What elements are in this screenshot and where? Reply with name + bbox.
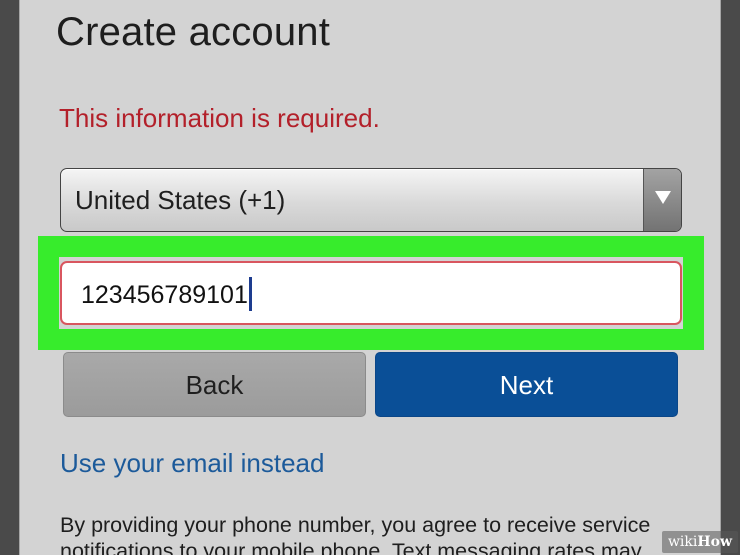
watermark-how: How <box>697 534 732 550</box>
select-arrow-button[interactable] <box>643 169 681 231</box>
country-code-value: United States (+1) <box>75 185 286 215</box>
chevron-down-icon <box>655 191 671 204</box>
error-message: This information is required. <box>59 103 380 133</box>
back-button[interactable]: Back <box>63 352 366 417</box>
wikihow-watermark: wikiHow <box>661 531 738 553</box>
phone-number-input[interactable]: 123456789101 <box>60 261 682 325</box>
text-caret <box>249 277 252 311</box>
next-button[interactable]: Next <box>375 352 678 417</box>
country-code-select[interactable]: United States (+1) <box>60 168 682 232</box>
create-account-panel: Create account This information is requi… <box>19 0 721 555</box>
use-email-link[interactable]: Use your email instead <box>60 448 324 479</box>
watermark-wiki: wiki <box>667 534 698 550</box>
page-title: Create account <box>56 10 331 54</box>
phone-number-value: 123456789101 <box>81 281 248 309</box>
disclaimer-text: By providing your phone number, you agre… <box>60 513 651 555</box>
